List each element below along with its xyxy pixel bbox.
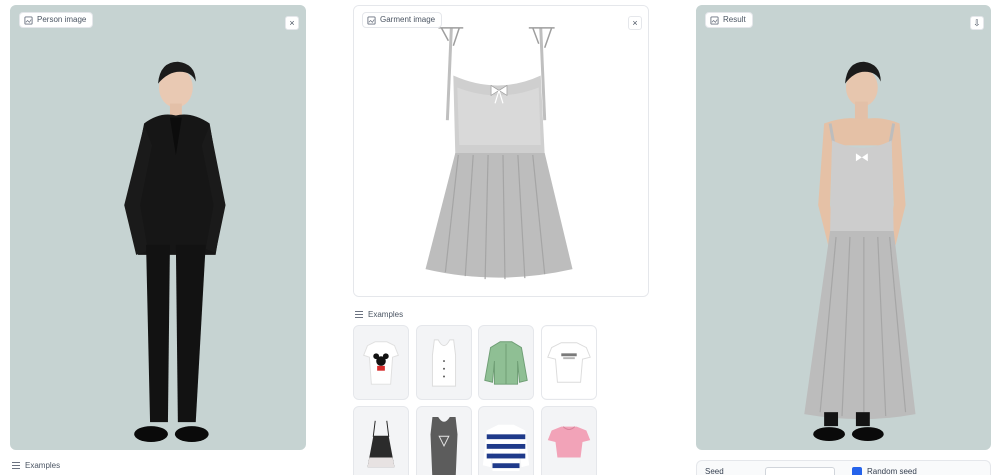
- example-white-logo-tee[interactable]: [541, 325, 597, 400]
- person-photo: [11, 6, 305, 449]
- random-seed-checkbox[interactable]: [852, 467, 862, 475]
- garment-image-label-text: Garment image: [380, 15, 436, 24]
- result-image-panel: Result ⇩: [696, 5, 991, 450]
- grey-logo-tank-image: [417, 407, 471, 475]
- person-image-label: Person image: [19, 12, 94, 28]
- result-photo: [697, 6, 990, 449]
- example-grey-logo-tank[interactable]: [416, 406, 472, 475]
- example-minnie-tshirt[interactable]: [353, 325, 409, 400]
- example-white-button-tank[interactable]: [416, 325, 472, 400]
- garment-image-panel[interactable]: Garment image ×: [353, 5, 649, 297]
- image-icon: [24, 15, 33, 25]
- white-button-tank-image: [417, 326, 471, 399]
- example-pink-crop-top[interactable]: [541, 406, 597, 475]
- image-icon: [710, 15, 719, 25]
- pink-crop-top-image: [542, 407, 596, 475]
- person-clear-button[interactable]: ×: [285, 16, 299, 30]
- close-icon: ×: [632, 18, 638, 28]
- list-icon: [355, 311, 363, 318]
- random-seed-label: Random seed: [867, 467, 917, 475]
- example-black-slip-dress[interactable]: [353, 406, 409, 475]
- seed-label: Seed: [705, 467, 724, 475]
- person-image-label-text: Person image: [37, 15, 87, 24]
- black-slip-dress-image: [354, 407, 408, 475]
- person-image-panel[interactable]: Person image ×: [10, 5, 306, 450]
- white-logo-tee-image: [542, 326, 596, 399]
- download-button[interactable]: ⇩: [970, 16, 984, 30]
- example-striped-rugby-shirt[interactable]: [478, 406, 534, 475]
- close-icon: ×: [289, 18, 295, 28]
- minnie-tshirt-image: [354, 326, 408, 399]
- result-settings-bar: Seed Random seed: [696, 460, 991, 475]
- garment-examples-label: Examples: [355, 310, 403, 319]
- green-denim-jacket-image: [479, 326, 533, 399]
- image-icon: [367, 15, 376, 25]
- person-examples-label: Examples: [12, 461, 60, 470]
- seed-input[interactable]: [765, 467, 835, 475]
- garment-image-label: Garment image: [362, 12, 443, 28]
- list-icon: [12, 462, 20, 469]
- garment-clear-button[interactable]: ×: [628, 16, 642, 30]
- garment-examples-label-text: Examples: [368, 310, 404, 319]
- example-green-denim-jacket[interactable]: [478, 325, 534, 400]
- person-examples-label-text: Examples: [25, 461, 61, 470]
- result-label: Result: [705, 12, 753, 28]
- result-label-text: Result: [723, 15, 746, 24]
- striped-rugby-shirt-image: [479, 407, 533, 475]
- garment-photo: [354, 6, 648, 296]
- download-icon: ⇩: [973, 18, 981, 28]
